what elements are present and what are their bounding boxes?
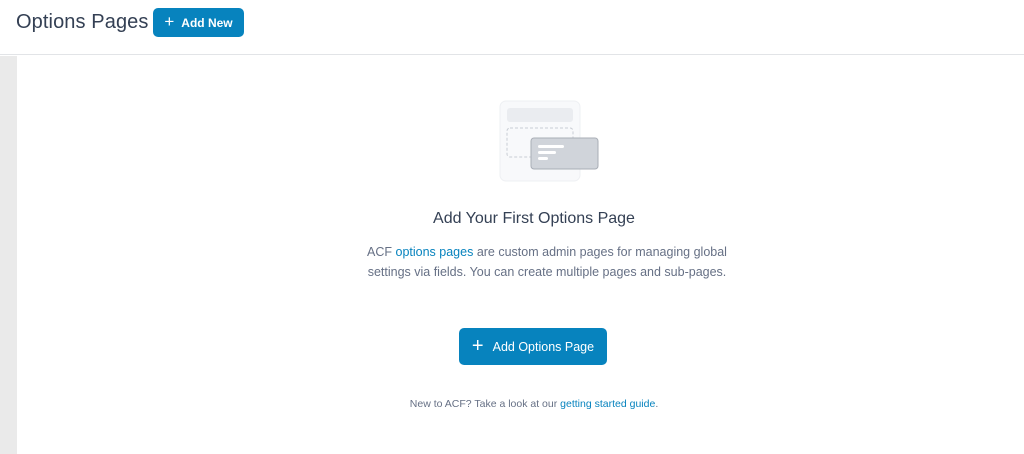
options-page-illustration-icon — [499, 100, 599, 182]
guide-prefix: New to ACF? Take a look at our — [409, 398, 561, 410]
options-pages-link[interactable]: options pages — [396, 245, 474, 259]
empty-state-panel: Add Your First Options Page ACF options … — [17, 56, 1024, 454]
add-options-page-label: Add Options Page — [492, 339, 595, 354]
getting-started-guide-link[interactable]: getting started guide — [560, 398, 655, 410]
empty-state-description: ACF options pages are custom admin pages… — [362, 242, 732, 282]
guide-suffix: . — [655, 398, 659, 410]
description-prefix: ACF — [367, 245, 396, 259]
page-header: Options Pages + Add New — [0, 0, 1024, 55]
add-new-label: Add New — [181, 15, 233, 30]
add-new-button[interactable]: + Add New — [153, 8, 244, 37]
page-title: Options Pages — [16, 11, 149, 33]
add-options-page-button[interactable]: + Add Options Page — [459, 328, 607, 365]
empty-state-title: Add Your First Options Page — [433, 210, 635, 227]
plus-icon: + — [471, 334, 484, 357]
admin-sidebar-edge — [0, 56, 17, 454]
getting-started-note: New to ACF? Take a look at our getting s… — [17, 398, 1024, 410]
plus-icon: + — [164, 12, 175, 31]
